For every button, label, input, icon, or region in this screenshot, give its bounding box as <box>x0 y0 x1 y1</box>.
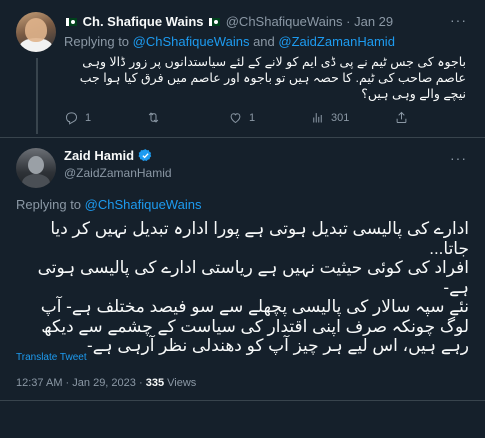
divider <box>0 400 485 401</box>
tweet-paragraph: نئے سپہ سالار کی پالیسی پچھلے سے سو فیصد… <box>40 297 469 355</box>
separator: · <box>138 377 143 389</box>
reply-icon <box>65 112 78 125</box>
views-button[interactable]: 301 <box>310 110 349 125</box>
reply-tweet[interactable]: Ch. Shafique Wains @ChShafiqueWains · Ja… <box>0 0 485 137</box>
replying-prefix: Replying to <box>16 197 82 212</box>
reply-count: 1 <box>85 111 92 124</box>
reply-button[interactable]: 1 <box>64 110 91 125</box>
author-name[interactable]: Ch. Shafique Wains <box>83 14 204 29</box>
verified-badge-icon <box>138 149 152 161</box>
translate-tweet-link[interactable]: Translate Tweet <box>16 352 87 363</box>
tweet-meta: 12:37 AM · Jan 29, 2023 · 335 Views <box>16 377 196 389</box>
views-icon <box>313 113 322 123</box>
tweet-actions: 1 1 301 <box>64 110 464 126</box>
share-button[interactable] <box>394 110 409 125</box>
views-label: Views <box>167 377 197 389</box>
pakistan-flag-icon <box>209 18 221 26</box>
replying-user-link[interactable]: @ZaidZamanHamid <box>278 34 395 49</box>
author-name-row: Zaid Hamid <box>64 148 153 163</box>
avatar[interactable] <box>16 12 56 52</box>
author-handle[interactable]: @ChShafiqueWains <box>226 14 343 29</box>
views-count: 301 <box>331 111 350 124</box>
replying-user-link[interactable]: @ChShafiqueWains <box>133 34 250 49</box>
replying-and: and <box>253 34 275 49</box>
separator: · <box>346 14 351 29</box>
tweet-time[interactable]: 12:37 AM <box>16 377 62 389</box>
tweet-text: ادارے کی پالیسی تبدیل ہوتی ہے پورا ادارہ… <box>16 219 469 356</box>
like-count: 1 <box>249 111 256 124</box>
tweet-paragraph: ادارے کی پالیسی تبدیل ہوتی ہے پورا ادارہ… <box>50 219 469 258</box>
author-name[interactable]: Zaid Hamid <box>64 148 134 163</box>
like-button[interactable]: 1 <box>228 110 255 125</box>
share-icon <box>396 111 407 123</box>
replying-to: Replying to @ChShafiqueWains and @ZaidZa… <box>64 34 395 49</box>
author-handle[interactable]: @ZaidZamanHamid <box>64 166 172 180</box>
thread-line <box>36 58 38 134</box>
more-icon[interactable]: ··· <box>450 12 467 28</box>
separator: · <box>65 377 70 389</box>
tweet-date[interactable]: Jan 29, 2023 <box>72 377 136 389</box>
tweet-text: باجوہ کی جس ٹیم نے پی ڈی ایم کو لانے کے … <box>79 55 466 101</box>
retweet-button[interactable] <box>146 110 167 125</box>
replying-user-link[interactable]: @ChShafiqueWains <box>85 197 202 212</box>
replying-to: Replying to @ChShafiqueWains <box>16 197 201 212</box>
replying-prefix: Replying to <box>64 34 130 49</box>
retweet-icon <box>148 112 159 123</box>
tweet-header: Ch. Shafique Wains @ChShafiqueWains · Ja… <box>64 14 393 29</box>
avatar[interactable] <box>16 148 56 188</box>
tweet-date[interactable]: Jan 29 <box>354 14 393 29</box>
views-count: 335 <box>145 377 165 389</box>
more-icon[interactable]: ··· <box>450 150 467 166</box>
like-icon <box>230 113 241 124</box>
pakistan-flag-icon <box>66 18 77 26</box>
tweet-paragraph: افراد کی کوئی حیثیت نہیں ہے ریاستی ادارے… <box>37 258 469 297</box>
divider <box>0 137 485 138</box>
